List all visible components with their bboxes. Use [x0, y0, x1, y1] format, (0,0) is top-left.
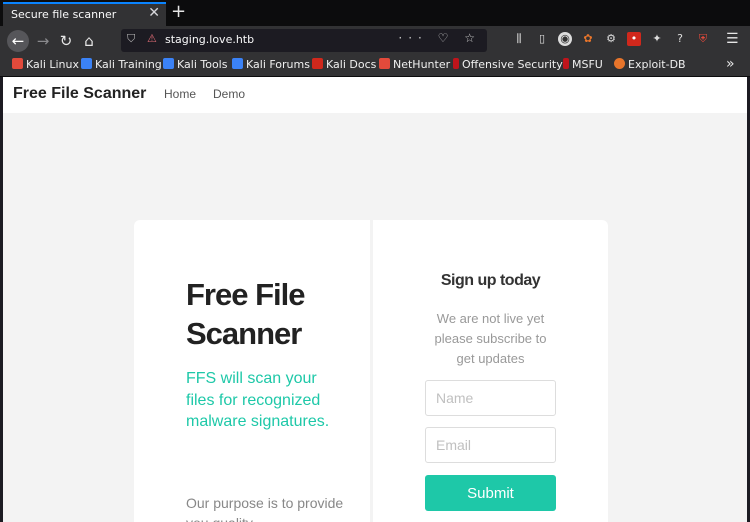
bookmark-kali-tools[interactable]: Kali Tools	[163, 58, 227, 71]
kali-docs-icon	[312, 58, 323, 69]
hamburger-menu-icon[interactable]: ☰	[726, 31, 739, 47]
hero-subtitle: FFS will scan your files for recognized …	[186, 370, 330, 430]
extension-icon[interactable]: ◉	[558, 32, 572, 46]
extension-icon[interactable]: ⚙	[604, 32, 618, 46]
bookmark-msfu[interactable]: MSFU	[563, 58, 603, 71]
bookmark-kali-linux[interactable]: Kali Linux	[12, 58, 79, 71]
site-brand[interactable]: Free File Scanner	[13, 85, 146, 103]
bookmark-kali-training[interactable]: Kali Training	[81, 58, 162, 71]
tab-active[interactable]: Secure file scanner ✕	[3, 2, 166, 26]
hero-body-text: Our purpose is to provide you quality	[186, 495, 344, 522]
bookmark-kali-forums[interactable]: Kali Forums	[232, 58, 310, 71]
bookmark-nethunter[interactable]: NetHunter	[379, 58, 450, 71]
nav-link-demo[interactable]: Demo	[213, 87, 245, 101]
home-button[interactable]: ⌂	[78, 30, 100, 52]
tracking-shield-icon[interactable]: ⛉	[127, 32, 135, 46]
bookmark-label: Offensive Security	[462, 58, 563, 71]
back-button[interactable]: ←	[7, 30, 29, 52]
web-page: Free File Scanner Home Demo Free File Sc…	[3, 77, 747, 522]
offsec-icon	[453, 58, 459, 69]
help-icon[interactable]: ?	[673, 32, 687, 46]
kali-icon	[163, 58, 174, 69]
browser-window: Secure file scanner ✕ + ← → ↻ ⌂ ⛉ ⚠ stag…	[0, 0, 750, 522]
kali-icon	[12, 58, 23, 69]
bookmark-exploit-db[interactable]: Exploit-DB	[614, 58, 686, 71]
bookmark-label: Kali Tools	[177, 58, 228, 71]
page-actions[interactable]: ··· ♡ ☆	[398, 31, 481, 45]
exploit-db-icon	[614, 58, 625, 69]
bookmark-label: Kali Forums	[246, 58, 310, 71]
hero-card: Free File Scanner FFS will scan your fil…	[134, 220, 370, 522]
offsec-icon	[563, 58, 569, 69]
library-icon[interactable]: ⫼	[512, 32, 526, 46]
site-navbar: Free File Scanner Home Demo	[3, 77, 747, 113]
name-input[interactable]	[425, 380, 556, 416]
signup-card: Sign up today We are not live yet please…	[373, 220, 608, 522]
bookmark-label: Kali Training	[95, 58, 162, 71]
ublock-icon[interactable]: ⛨	[696, 32, 710, 46]
signup-description: We are not live yet please subscribe to …	[434, 311, 547, 366]
bookmark-label: Exploit-DB	[628, 58, 686, 71]
url-text[interactable]: staging.love.htb	[165, 33, 254, 46]
bookmark-label: MSFU	[572, 58, 603, 71]
kali-icon	[81, 58, 92, 69]
bookmark-label: Kali Docs	[326, 58, 377, 71]
kali-icon	[232, 58, 243, 69]
settings-icon[interactable]: ✦	[650, 32, 664, 46]
signup-title: Sign up today	[440, 272, 541, 289]
hero-title: Free File Scanner	[186, 277, 306, 351]
reload-button[interactable]: ↻	[55, 30, 77, 52]
chevron-more-icon[interactable]: »	[726, 56, 735, 72]
kali-icon	[379, 58, 390, 69]
insecure-lock-icon[interactable]: ⚠	[147, 32, 157, 45]
bookmark-kali-docs[interactable]: Kali Docs	[312, 58, 376, 71]
navigation-toolbar: ← → ↻ ⌂ ⛉ ⚠ staging.love.htb ··· ♡ ☆ ⫼ ▯…	[0, 26, 750, 55]
email-input[interactable]	[425, 427, 556, 463]
bookmarks-bar: Kali Linux Kali Training Kali Tools Kali…	[0, 55, 750, 77]
nav-link-home[interactable]: Home	[164, 87, 196, 101]
sidebar-icon[interactable]: ▯	[535, 32, 549, 46]
new-tab-button[interactable]: +	[171, 1, 186, 22]
tab-strip: Secure file scanner ✕ +	[0, 0, 750, 26]
extension-badge-icon[interactable]: •	[627, 32, 641, 46]
bookmark-offensive-security[interactable]: Offensive Security	[453, 58, 563, 71]
forward-button[interactable]: →	[32, 30, 54, 52]
submit-button[interactable]: Submit	[425, 475, 556, 511]
close-tab-icon[interactable]: ✕	[148, 5, 160, 21]
bookmark-label: Kali Linux	[26, 58, 80, 71]
bookmark-label: NetHunter	[393, 58, 451, 71]
tab-title: Secure file scanner	[11, 8, 117, 21]
foxyproxy-icon[interactable]: ✿	[581, 32, 595, 46]
url-bar[interactable]: ⛉ ⚠ staging.love.htb ··· ♡ ☆	[121, 29, 487, 52]
